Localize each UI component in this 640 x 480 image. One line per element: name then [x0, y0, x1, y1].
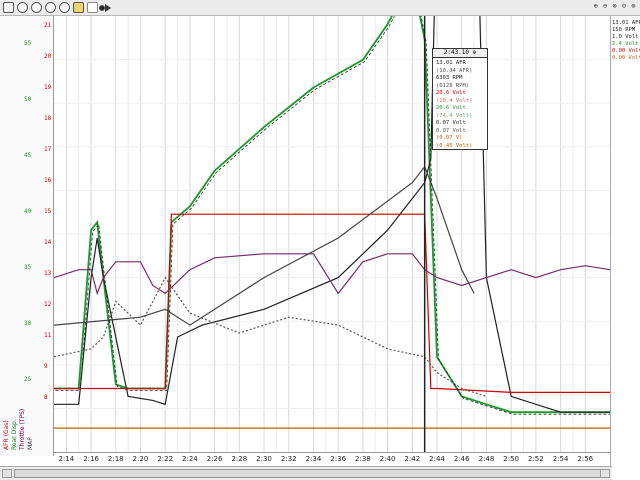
x-tick-label: 2:56 — [577, 455, 594, 463]
cursor-value: (0.07 V) — [436, 135, 463, 141]
legend-value: 1.0 Volt — [612, 34, 639, 40]
legend-panel: 13.01 AFR 150 RPM 1.0 Volt 2.4 Volt 0.00 Vol… — [610, 16, 640, 466]
cursor-value: 13.01 AFR — [436, 60, 466, 66]
channel-label: MAP — [27, 437, 34, 450]
series-line-3 — [54, 253, 610, 296]
play-icon[interactable] — [105, 4, 111, 12]
zoom-in-icon[interactable] — [17, 2, 28, 13]
scroll-left-arrow[interactable] — [2, 469, 12, 478]
cursor-value: (20.4 Volt) — [436, 97, 473, 104]
left-axis-red-value: 16 — [44, 177, 52, 184]
left-axis-red-value: 19 — [44, 84, 52, 91]
x-tick-label: 2:26 — [206, 455, 223, 463]
toolbar: ⊕ ⊖ ⊗ ⊙ ⊚ — [0, 0, 640, 16]
horizontal-scrollbar[interactable] — [0, 466, 612, 480]
left-axis-red-value: 15 — [44, 208, 52, 215]
x-tick-label: 2:52 — [527, 455, 544, 463]
x-tick-label: 2:50 — [503, 455, 520, 463]
left-axis-red-value: 18 — [44, 115, 52, 122]
cursor-time: 2:43.10 ⊕ — [433, 49, 487, 58]
cursor-value: (74.4 Volt) — [436, 112, 473, 119]
legend-value: 2.4 Volt — [612, 41, 639, 47]
channel-label: Throttle (TPS) — [19, 408, 26, 450]
window-controls[interactable]: ⊕ ⊖ ⊗ ⊙ ⊚ — [594, 2, 636, 10]
cursor-readout[interactable]: 2:43.10 ⊕ 13.01 AFR (10.34 AFR) 6303 RPM (6… — [432, 48, 488, 150]
zoom-reset-icon[interactable] — [59, 2, 70, 13]
x-tick-label: 2:16 — [83, 455, 99, 463]
left-axis-red-value: 13 — [44, 270, 52, 277]
zoom-out-icon[interactable] — [31, 2, 42, 13]
channel-label: Rear Disp. — [11, 419, 18, 450]
left-axis-red-value: 14 — [44, 239, 52, 246]
x-tick-label: 2:44 — [429, 455, 445, 463]
left-axis-red-value: 9 — [44, 363, 48, 370]
x-tick-label: 2:22 — [157, 455, 174, 463]
zoom-fit-icon[interactable] — [45, 2, 56, 13]
left-axis-red-value: 21 — [44, 22, 52, 29]
cursor-value: 0.07 Volt — [436, 127, 466, 134]
cursor-value: (10.34 AFR) — [436, 67, 473, 74]
x-tick-label: 2:24 — [182, 455, 198, 463]
x-tick-label: 2:28 — [231, 455, 248, 463]
chart-plot-area[interactable] — [54, 16, 610, 452]
left-axis-red-value: 11 — [44, 332, 52, 339]
cursor-value: (0.45 Volt) — [436, 142, 473, 149]
x-tick-label: 2:40 — [379, 455, 396, 463]
left-axis-green-value: 30 — [24, 320, 32, 327]
legend-value: 150 RPM — [612, 27, 636, 33]
x-tick-label: 2:34 — [305, 455, 322, 463]
x-tick-label: 2:18 — [107, 455, 124, 463]
legend-value: 0.00 Volt — [612, 55, 640, 61]
series-line-4 — [54, 276, 487, 397]
left-axis-green-value: 45 — [24, 152, 32, 159]
cursor-value: 20.6 Volt — [436, 105, 466, 111]
x-tick-label: 2:48 — [478, 455, 495, 463]
scroll-thumb[interactable] — [14, 469, 602, 478]
x-tick-label: 2:30 — [256, 455, 272, 463]
notes-icon[interactable] — [73, 2, 84, 13]
time-axis: 2:14 2:16 2:18 2:20 2:22 2:24 2:26 2:28 2:30 2:32… — [54, 452, 610, 467]
left-axis-red-value: 20 — [44, 53, 52, 60]
legend-value: 13.01 AFR — [612, 20, 640, 26]
cursor-value: 20.6 Volt — [436, 90, 466, 96]
x-tick-label: 2:14 — [58, 455, 75, 463]
cursor-value: 0.07 Volt — [436, 120, 466, 126]
print-icon[interactable] — [3, 2, 14, 13]
cursor-value: (6128 RPM) — [436, 82, 470, 89]
left-axis-red-value: 8 — [44, 394, 48, 401]
scroll-right-arrow[interactable] — [600, 469, 610, 478]
left-axis-green-value: 35 — [24, 264, 32, 271]
x-tick-label: 2:36 — [330, 455, 347, 463]
x-tick-label: 2:32 — [280, 455, 297, 463]
channel-label: AFR (Gas) — [3, 420, 10, 450]
x-tick-label: 2:54 — [552, 455, 569, 463]
legend-value: 0.00 Volt — [612, 48, 640, 54]
left-axis-green-value: 55 — [24, 40, 32, 47]
left-axis-green-value: 25 — [24, 376, 32, 383]
left-axis-red-value: 12 — [44, 301, 52, 308]
left-axis-green-value: 40 — [24, 208, 32, 215]
left-axis-red-value: 17 — [44, 146, 52, 153]
x-tick-label: 2:42 — [404, 455, 421, 463]
x-tick-label: 2:46 — [453, 455, 470, 463]
cursor-value: 6303 RPM — [436, 75, 463, 81]
x-tick-label: 2:38 — [355, 455, 371, 463]
left-axis-panel: 8 9 11 12 13 14 15 16 17 18 19 20 21 25 30 35 40 45 50 55 AF… — [0, 16, 54, 456]
x-tick-label: 2:20 — [132, 455, 149, 463]
blank-page-icon[interactable] — [87, 2, 98, 13]
left-axis-green-value: 50 — [24, 96, 32, 103]
